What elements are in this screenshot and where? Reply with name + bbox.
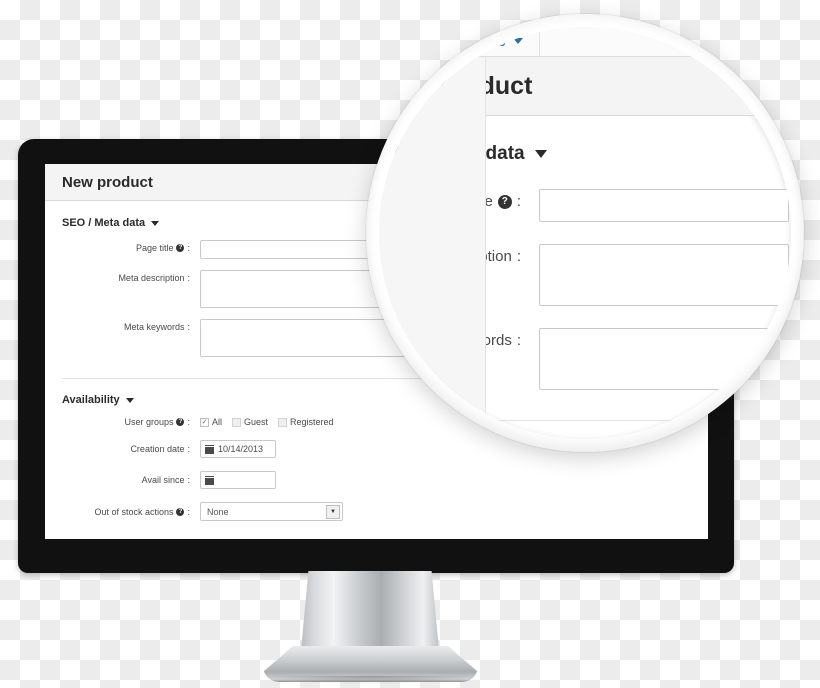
out-of-stock-select[interactable]: None ▼ xyxy=(200,502,343,521)
label-text: User groups xyxy=(124,417,174,427)
label-colon: : xyxy=(187,444,190,454)
label-colon: : xyxy=(187,322,190,332)
label-text: Avail since xyxy=(141,475,185,485)
caret-down-icon xyxy=(534,150,547,158)
checkbox-all-label: All xyxy=(212,417,223,427)
calendar-icon[interactable] xyxy=(205,475,214,485)
label-text: Meta description xyxy=(118,273,185,283)
avail-since-input[interactable] xyxy=(200,471,276,489)
checkbox-registered-label: Registered xyxy=(290,417,334,427)
user-groups-checkbox-group: ✓ All Guest Registered xyxy=(200,417,344,427)
label-colon: : xyxy=(187,506,190,517)
label-colon: : xyxy=(187,243,190,253)
label-colon: : xyxy=(187,475,190,485)
magnifier-lens-glass: ...ers Marketing Web New product xyxy=(379,27,791,439)
label-text: Creation date xyxy=(130,444,185,454)
menu-item-label: Web xyxy=(475,32,506,50)
field-label-creation-date: Creation date : xyxy=(45,444,190,454)
chevron-down-icon xyxy=(512,38,523,44)
checkbox-all[interactable]: ✓ xyxy=(200,417,209,427)
help-icon[interactable]: ? xyxy=(176,418,185,426)
label-colon: : xyxy=(187,273,190,283)
field-row-avail-since: Avail since : xyxy=(45,471,708,489)
label-text: Page title xyxy=(135,243,174,253)
field-label-avail-since: Avail since : xyxy=(45,475,190,485)
creation-date-value: 10/14/2013 xyxy=(218,444,264,454)
field-label-meta-description: Meta description : xyxy=(45,270,190,283)
field-row-out-of-stock: Out of stock actions ? : None ▼ xyxy=(45,502,708,521)
label-text: Out of stock actions xyxy=(94,506,174,517)
magnified-page-title-input[interactable] xyxy=(539,189,789,222)
checkbox-registered[interactable] xyxy=(278,417,288,427)
label-text: Meta keywords xyxy=(123,322,185,332)
calendar-icon[interactable] xyxy=(205,444,214,454)
caret-down-icon xyxy=(151,220,160,226)
section-title-label: SEO / Meta data xyxy=(62,217,146,229)
section-title-label: Availability xyxy=(62,394,120,406)
magnifier-lens: ...ers Marketing Web New product xyxy=(366,14,804,452)
menu-item-label: Marketing xyxy=(379,32,426,50)
caret-down-icon xyxy=(125,397,134,403)
field-label-user-groups: User groups ? : xyxy=(45,417,190,427)
magnified-meta-description-input[interactable] xyxy=(539,244,789,306)
field-label-page-title: Page title ? : xyxy=(45,240,190,253)
menu-item-website[interactable]: Web xyxy=(459,27,540,56)
monitor-stand-shadow xyxy=(263,676,478,684)
screenshot-stage: New product SEO / Meta data Page title ?… xyxy=(0,0,820,688)
top-menubar: ...ers Marketing Web xyxy=(379,27,791,57)
label-colon: : xyxy=(516,193,521,210)
label-colon: : xyxy=(516,248,521,265)
chevron-down-icon[interactable]: ▼ xyxy=(326,504,340,519)
field-label-meta-keywords: Meta keywords : xyxy=(45,319,190,332)
magnified-meta-keywords-input[interactable] xyxy=(539,328,789,390)
help-icon[interactable]: ? xyxy=(497,194,512,209)
help-icon[interactable]: ? xyxy=(176,507,185,516)
label-colon: : xyxy=(187,417,190,427)
out-of-stock-value: None xyxy=(207,506,229,517)
help-icon[interactable]: ? xyxy=(176,244,185,252)
page-title: New product xyxy=(62,173,153,191)
magnified-sidebar xyxy=(379,58,486,439)
chevron-down-icon xyxy=(432,38,443,44)
checkbox-guest[interactable] xyxy=(232,417,242,427)
menu-item-marketing[interactable]: Marketing xyxy=(379,27,460,56)
field-label-out-of-stock: Out of stock actions ? : xyxy=(45,507,190,517)
label-colon: : xyxy=(516,332,521,349)
creation-date-input[interactable]: 10/14/2013 xyxy=(200,440,276,458)
checkbox-guest-label: Guest xyxy=(244,417,269,427)
